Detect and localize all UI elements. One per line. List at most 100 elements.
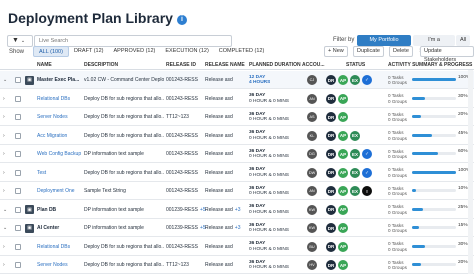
account-avatar[interactable]: KW xyxy=(307,204,317,215)
status-executing[interactable]: EX xyxy=(350,167,360,178)
status-approved[interactable]: AP xyxy=(338,241,348,252)
row-checkbox[interactable] xyxy=(15,77,21,83)
status-executing[interactable]: EX xyxy=(350,75,360,85)
chevron-right-icon[interactable]: › xyxy=(3,188,5,194)
status-approved[interactable]: AP xyxy=(338,93,348,104)
status-draft[interactable]: DR xyxy=(326,130,336,141)
chevron-right-icon[interactable]: › xyxy=(3,244,5,250)
tab-execution[interactable]: EXECUTION (12) xyxy=(160,46,213,57)
status-draft[interactable]: DR xyxy=(326,167,336,178)
status-draft[interactable]: DR xyxy=(326,186,336,196)
status-draft[interactable]: DR xyxy=(326,112,336,122)
status-draft[interactable]: DR xyxy=(326,260,336,270)
col-planned-duration[interactable]: PLANNED DURATION xyxy=(249,62,301,68)
status-executing[interactable]: EX xyxy=(350,130,360,141)
account-avatar[interactable]: CJ xyxy=(307,75,317,85)
chevron-right-icon[interactable]: › xyxy=(3,262,5,268)
status-executing[interactable]: EX xyxy=(350,186,360,196)
release-name-more[interactable]: +3 xyxy=(235,207,241,213)
vertical-scrollbar[interactable] xyxy=(468,70,473,274)
row-checkbox[interactable] xyxy=(15,151,21,157)
col-description[interactable]: DESCRIPTION xyxy=(84,62,118,68)
status-draft[interactable]: DR xyxy=(326,149,336,159)
status-draft[interactable]: DR xyxy=(326,93,336,104)
row-checkbox[interactable] xyxy=(15,169,21,176)
account-avatar[interactable]: AS xyxy=(307,112,317,122)
tab-all[interactable]: ALL (100) xyxy=(33,46,69,57)
col-name[interactable]: NAME xyxy=(37,62,52,68)
table-row[interactable]: › Web Config Backup DP information text sa… xyxy=(0,145,474,163)
row-checkbox[interactable] xyxy=(15,188,21,194)
account-avatar[interactable]: BU xyxy=(307,241,317,252)
row-checkbox[interactable] xyxy=(15,206,21,213)
release-name-more[interactable]: +3 xyxy=(235,225,241,231)
tab-completed[interactable]: COMPLETED (12) xyxy=(214,46,270,57)
plan-name[interactable]: Deployment One xyxy=(37,182,81,200)
account-avatar[interactable]: KL xyxy=(307,130,317,141)
row-checkbox[interactable] xyxy=(15,243,21,250)
status-approved[interactable]: AP xyxy=(338,130,348,141)
status-draft[interactable]: DR xyxy=(326,75,336,85)
tab-approved[interactable]: APPROVED (12) xyxy=(109,46,161,57)
filter-all[interactable]: All xyxy=(456,35,470,46)
chevron-down-icon[interactable]: ⌄ xyxy=(3,77,7,83)
status-executing[interactable]: EX xyxy=(350,149,360,159)
new-button[interactable]: + New xyxy=(324,46,348,57)
table-row[interactable]: › Server Nodes Deploy DB for sub regions t… xyxy=(0,256,474,274)
account-avatar[interactable]: DG xyxy=(307,149,317,159)
status-draft[interactable]: DR xyxy=(326,223,336,233)
table-row[interactable]: ⌄ ▣ AI Center DP information text sample 001… xyxy=(0,219,474,237)
status-complete-icon[interactable]: ✓ xyxy=(362,167,372,178)
account-avatar[interactable]: AN xyxy=(307,93,317,104)
row-checkbox[interactable] xyxy=(15,132,21,139)
table-row[interactable]: ⌄ ▣ Master Exec Pla... v1.02 CW - Command C… xyxy=(0,71,474,89)
table-row[interactable]: › Server Nodes Deploy DB for sub regions t… xyxy=(0,108,474,126)
col-release-name[interactable]: RELEASE NAME xyxy=(205,62,245,68)
table-row[interactable]: › Relational DBs Deploy DB for sub regions… xyxy=(0,90,474,108)
plan-name[interactable]: Master Exec Pla... xyxy=(37,71,81,89)
status-warning-icon[interactable]: ! xyxy=(362,186,372,196)
account-avatar[interactable]: AN xyxy=(307,186,317,196)
row-checkbox[interactable] xyxy=(15,95,21,102)
status-approved[interactable]: AP xyxy=(338,186,348,196)
plan-name[interactable]: Server Nodes xyxy=(37,256,81,274)
chevron-right-icon[interactable]: › xyxy=(3,170,5,176)
update-stakeholders-button[interactable]: Update Stakeholders xyxy=(420,46,474,63)
filter-stakeholder[interactable]: I'm a Stakeholder xyxy=(413,35,455,54)
chevron-right-icon[interactable]: › xyxy=(3,151,5,157)
chevron-right-icon[interactable]: › xyxy=(3,133,5,139)
plan-name[interactable]: Acc Migration xyxy=(37,127,81,145)
status-approved[interactable]: AP xyxy=(338,260,348,270)
tab-draft[interactable]: DRAFT (12) xyxy=(69,46,109,57)
account-avatar[interactable]: KW xyxy=(307,223,317,233)
table-row[interactable]: › Acc Migration Deploy DB for sub regions … xyxy=(0,127,474,145)
plan-name[interactable]: Test xyxy=(37,164,81,182)
chevron-down-icon[interactable]: ⌄ xyxy=(3,225,7,231)
status-draft[interactable]: DR xyxy=(326,241,336,252)
info-icon[interactable]: i xyxy=(176,15,187,25)
account-avatar[interactable]: DW xyxy=(307,167,317,178)
status-approved[interactable]: AP xyxy=(338,167,348,178)
table-row[interactable]: › Relational DBs Deploy DB for sub regions… xyxy=(0,238,474,256)
plan-name[interactable]: AI Center xyxy=(37,219,81,237)
chevron-down-icon[interactable]: ⌄ xyxy=(3,207,7,213)
delete-button[interactable]: Delete xyxy=(389,46,413,57)
status-approved[interactable]: AP xyxy=(338,223,348,233)
chevron-right-icon[interactable]: › xyxy=(3,96,5,102)
account-avatar[interactable]: HV xyxy=(307,260,317,270)
status-approved[interactable]: AP xyxy=(338,75,348,85)
filter-my-portfolio[interactable]: My Portfolio Association xyxy=(357,35,411,54)
table-row[interactable]: ⌄ ▣ Plan DB DP information text sample 00123… xyxy=(0,201,474,219)
col-activity-summary[interactable]: ACTIVITY SUMMARY & PROGRESS xyxy=(388,62,472,68)
row-checkbox[interactable] xyxy=(15,225,21,231)
status-approved[interactable]: AP xyxy=(338,204,348,215)
col-status[interactable]: STATUS xyxy=(346,62,365,68)
chevron-right-icon[interactable]: › xyxy=(3,114,5,120)
status-approved[interactable]: AP xyxy=(338,149,348,159)
duplicate-button[interactable]: Duplicate xyxy=(353,46,384,57)
filter-dropdown-button[interactable]: ▼ ⌄ xyxy=(7,35,33,47)
row-checkbox[interactable] xyxy=(15,114,21,120)
status-draft[interactable]: DR xyxy=(326,204,336,215)
status-approved[interactable]: AP xyxy=(338,112,348,122)
row-checkbox[interactable] xyxy=(15,262,21,268)
